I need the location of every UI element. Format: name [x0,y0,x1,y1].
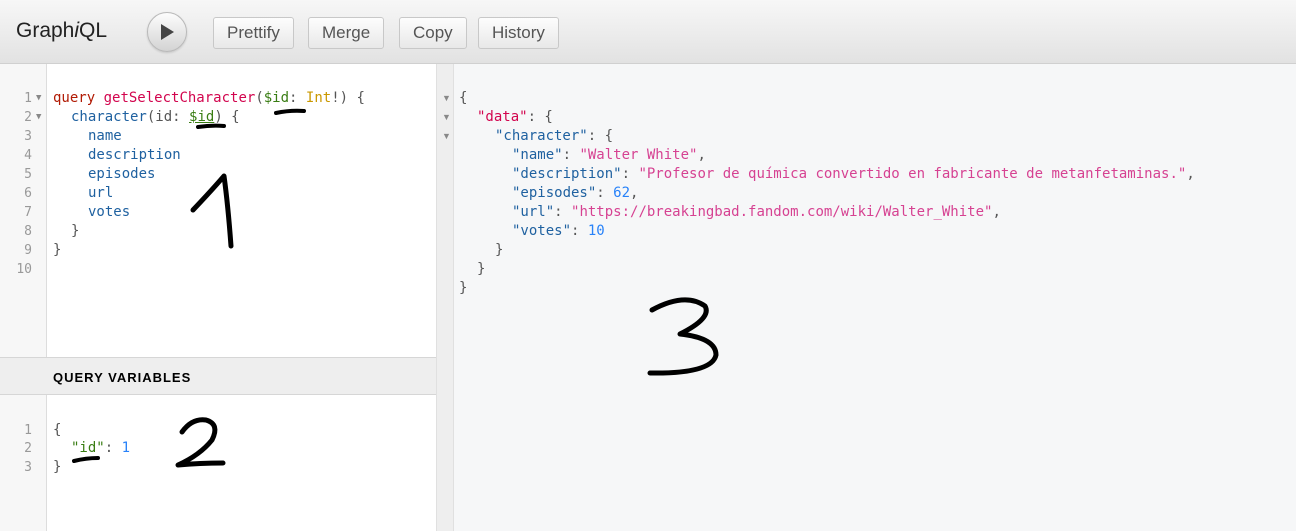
query-line-7: votes [88,204,131,220]
variables-line-2: "id": 1 [71,440,131,456]
toolbar: GraphiQL Prettify Merge Copy History [0,0,1296,64]
line-number: 1 [24,91,32,106]
query-line-5: episodes [88,166,156,182]
prettify-button[interactable]: Prettify [213,17,294,49]
fold-arrow-icon[interactable]: ▼ [442,89,451,108]
query-line-6: url [88,185,114,201]
query-line-9: } [53,242,62,258]
fold-arrow-icon[interactable]: ▼ [442,108,451,127]
result-line-1: { [459,90,468,106]
query-variables-title: QUERY VARIABLES [53,370,192,385]
line-number: 6 [24,186,32,201]
line-number: 10 [16,262,32,277]
result-line-5: "description": "Profesor de química conv… [512,166,1195,182]
execute-query-button[interactable] [147,12,187,52]
result-line-3: "character": { [495,128,614,144]
line-number: 9 [24,243,32,258]
query-line-1: query getSelectCharacter($id: Int!) { [53,90,365,106]
result-line-9: } [495,242,504,258]
query-variables-header[interactable]: QUERY VARIABLES [0,357,436,395]
result-line-7: "url": "https://breakingbad.fandom.com/w… [512,204,1001,220]
line-number: 7 [24,205,32,220]
result-line-2: "data": { [477,109,553,125]
history-button[interactable]: History [478,17,559,49]
variables-line-3: } [53,459,62,475]
app-title: GraphiQL [16,19,108,42]
result-line-10: } [477,261,486,277]
line-number: 3 [24,460,32,475]
fold-arrow-icon[interactable]: ▼ [36,108,41,127]
query-line-3: name [88,128,122,144]
variables-line-1: { [53,422,62,438]
query-editor-pane[interactable] [0,64,437,531]
line-number: 8 [24,224,32,239]
line-number: 4 [24,148,32,163]
fold-arrow-icon[interactable]: ▼ [36,89,41,108]
play-icon [161,24,174,40]
result-line-4: "name": "Walter White", [512,147,706,163]
line-number: 2 [24,441,32,456]
query-line-8: } [71,223,80,239]
fold-arrow-icon[interactable]: ▼ [442,127,451,146]
query-line-2: character(id: $id) { [71,109,240,125]
line-number: 1 [24,423,32,438]
result-gutter: ▼ ▼ ▼ [437,64,454,531]
line-number: 2 [24,110,32,125]
result-line-6: "episodes": 62, [512,185,639,201]
copy-button[interactable]: Copy [399,17,467,49]
line-number: 5 [24,167,32,182]
query-line-4: description [88,147,181,163]
line-number: 3 [24,129,32,144]
merge-button[interactable]: Merge [308,17,385,49]
result-line-11: } [459,280,468,296]
result-line-8: "votes": 10 [512,223,605,239]
